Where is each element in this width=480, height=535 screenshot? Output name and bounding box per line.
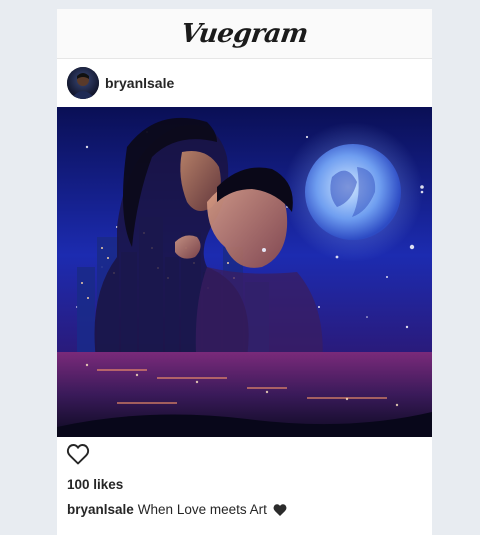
post-caption: bryanlsale When Love meets Art [57, 500, 432, 520]
post-actions [57, 437, 432, 471]
app-logo[interactable]: Vuegram [179, 19, 310, 49]
post-card: bryanlsale 100 likes bryanlsale When Lov… [57, 59, 432, 520]
app-container: Vuegram bryanlsale 100 likes bryanlsale … [57, 9, 432, 535]
caption-username[interactable]: bryanlsale [67, 500, 134, 520]
likes-count[interactable]: 100 likes [57, 475, 432, 495]
like-button[interactable] [65, 441, 91, 467]
black-heart-icon [272, 503, 288, 517]
app-header: Vuegram [57, 9, 432, 59]
post-image[interactable] [57, 107, 432, 437]
post-username[interactable]: bryanlsale [105, 75, 174, 91]
post-header: bryanlsale [57, 59, 432, 107]
caption-text: When Love meets Art [137, 502, 267, 517]
heart-outline-icon [66, 444, 90, 465]
avatar[interactable] [67, 67, 99, 99]
